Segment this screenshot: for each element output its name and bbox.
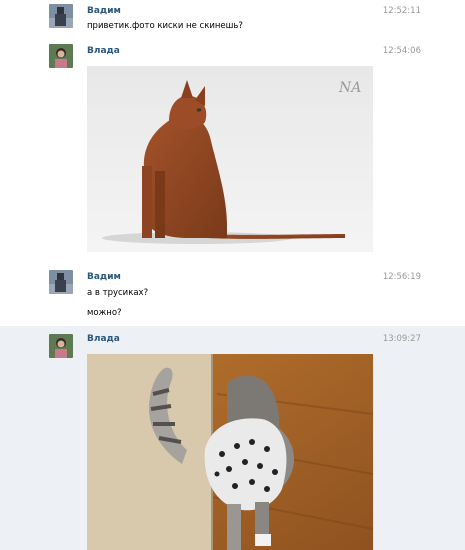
message-text: можно? xyxy=(87,308,122,318)
avatar-vadim[interactable] xyxy=(49,4,73,28)
message-time[interactable]: 12:56:19 xyxy=(383,272,421,282)
author-name[interactable]: Влада xyxy=(87,46,120,56)
message-text: а в трусиках? xyxy=(87,288,149,298)
cat-in-clothes-photo[interactable] xyxy=(87,354,373,550)
message-time[interactable]: 12:52:11 xyxy=(383,6,421,16)
message-time[interactable]: 12:54:06 xyxy=(383,46,421,56)
message-4: Влада 13:09:27 xyxy=(0,326,465,550)
message-2: Влада 12:54:06 NA xyxy=(0,40,465,260)
cat-photo-abyssinian[interactable]: NA xyxy=(87,66,373,252)
author-name[interactable]: Влада xyxy=(87,334,120,344)
avatar-vlada[interactable] xyxy=(49,44,73,68)
message-3: Вадим 12:56:19 а в трусиках? можно? xyxy=(0,266,465,326)
watermark-text: NA xyxy=(338,80,361,96)
avatar-vadim[interactable] xyxy=(49,270,73,294)
author-name[interactable]: Вадим xyxy=(87,6,121,16)
author-name[interactable]: Вадим xyxy=(87,272,121,282)
avatar-vlada[interactable] xyxy=(49,334,73,358)
message-text: приветик.фото киски не скинешь? xyxy=(87,21,243,31)
message-1: Вадим 12:52:11 приветик.фото киски не ск… xyxy=(0,0,465,40)
message-time[interactable]: 13:09:27 xyxy=(383,334,421,344)
